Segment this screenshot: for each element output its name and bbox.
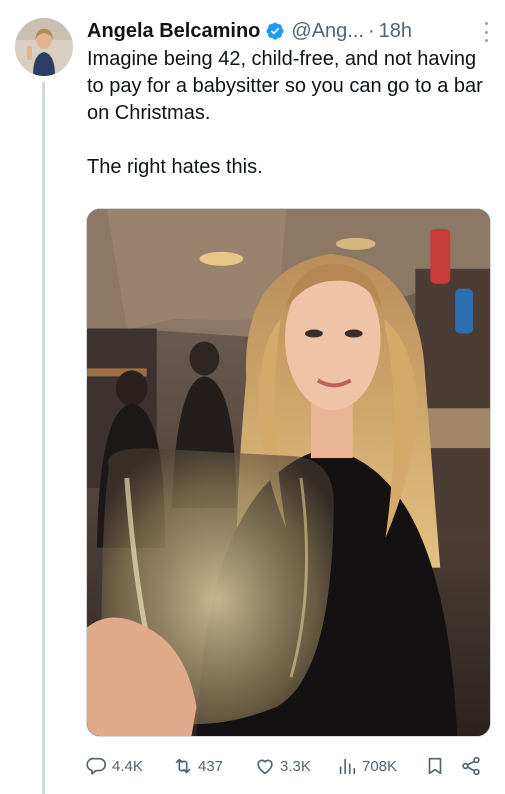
- tweet-header: Angela Belcamino @Ang... · 18h: [87, 16, 493, 46]
- repost-button[interactable]: 437: [172, 752, 223, 780]
- separator-dot: ·: [367, 19, 375, 42]
- thread-line: [42, 82, 45, 794]
- bookmark-icon: [428, 757, 442, 775]
- reply-button[interactable]: 4.4K: [86, 752, 143, 780]
- heart-icon: [257, 759, 273, 775]
- reply-icon: [86, 757, 107, 775]
- avatar-image: [15, 18, 73, 76]
- views-count: 708K: [362, 757, 398, 775]
- more-options-icon[interactable]: [479, 22, 493, 42]
- reply-count: 4.4K: [112, 757, 143, 775]
- tweet-paragraph: Imagine being 42, child-free, and not ha…: [87, 48, 483, 124]
- tweet-photo[interactable]: [86, 208, 491, 737]
- repost-count: 437: [198, 757, 224, 775]
- verified-badge-icon: [265, 21, 285, 41]
- tweet-paragraph: The right hates this.: [87, 156, 263, 178]
- repost-icon: [175, 758, 191, 774]
- tweet-actions: 4.4K 437 3.3K 708K: [86, 752, 491, 780]
- author-handle[interactable]: @Ang...: [291, 20, 364, 43]
- avatar[interactable]: [15, 18, 73, 76]
- timestamp[interactable]: 18h: [379, 20, 412, 43]
- photo-image: [87, 209, 490, 736]
- tweet-text: Imagine being 42, child-free, and not ha…: [87, 46, 492, 181]
- like-button[interactable]: 3.3K: [254, 752, 311, 780]
- share-button[interactable]: [460, 752, 482, 780]
- views-icon: [339, 758, 356, 775]
- share-icon: [462, 756, 480, 776]
- like-count: 3.3K: [280, 757, 311, 775]
- views-button[interactable]: 708K: [336, 752, 397, 780]
- bookmark-button[interactable]: [424, 752, 446, 780]
- author-name[interactable]: Angela Belcamino: [87, 20, 260, 43]
